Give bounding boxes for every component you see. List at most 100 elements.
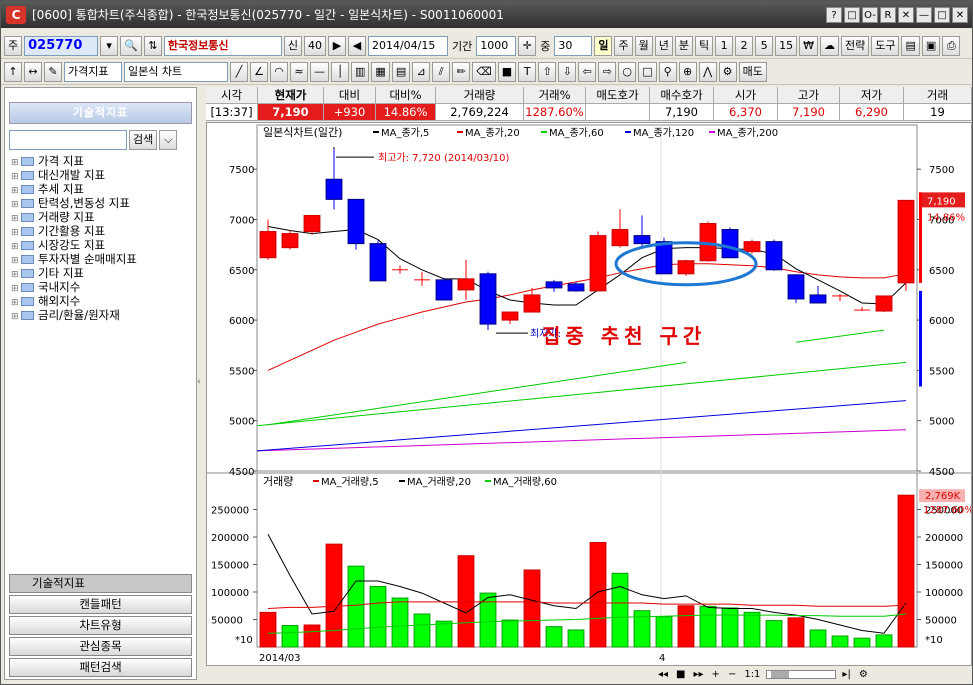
scroll-thumb[interactable] bbox=[771, 671, 790, 678]
timeframe-monthly[interactable]: 월 bbox=[634, 35, 653, 56]
angle-icon[interactable]: ∠ bbox=[250, 61, 268, 82]
tab-watchlist[interactable]: 관심종목 bbox=[9, 637, 192, 656]
market-selector[interactable]: 주 bbox=[4, 35, 23, 56]
count-input[interactable]: 30 bbox=[554, 35, 593, 56]
sell-button[interactable]: 매도 bbox=[738, 61, 767, 82]
tree-item-investor[interactable]: ⊞ 투자자별 순매매지표 bbox=[5, 252, 196, 266]
arrow-down-icon[interactable]: ⇩ bbox=[558, 61, 577, 82]
circle-icon[interactable]: ○ bbox=[618, 61, 637, 82]
scroll-next-icon[interactable]: ▸▸ bbox=[692, 669, 706, 680]
fan-icon[interactable]: ⊿ bbox=[412, 61, 431, 82]
print-icon[interactable]: ⎙ bbox=[942, 35, 961, 56]
pin-button[interactable]: ✕ bbox=[898, 6, 914, 23]
scroll-first-icon[interactable]: ◂◂ bbox=[656, 669, 670, 680]
strategy-button[interactable]: 전략 bbox=[840, 35, 870, 56]
scroll-end-icon[interactable]: ▸| bbox=[840, 669, 852, 680]
timeframe-5[interactable]: 5 bbox=[755, 35, 774, 56]
minimize-button[interactable]: — bbox=[916, 6, 932, 23]
tree-item-domestic-index[interactable]: ⊞ 국내지수 bbox=[5, 280, 196, 294]
trendline-icon[interactable]: ╱ bbox=[230, 61, 248, 82]
link-button[interactable]: O- bbox=[862, 6, 878, 23]
save-icon[interactable]: ▣ bbox=[921, 35, 941, 56]
crosshair-icon[interactable]: ✛ bbox=[518, 35, 537, 56]
vline-icon[interactable]: │ bbox=[331, 61, 349, 82]
tab-technical-indicators[interactable]: 기술적지표 bbox=[9, 574, 192, 593]
timeframe-2[interactable]: 2 bbox=[735, 35, 754, 56]
magnet-icon[interactable]: ⊕ bbox=[678, 61, 697, 82]
tree-item-trend[interactable]: ⊞ 추세 지표 bbox=[5, 182, 196, 196]
tools-button[interactable]: 도구 bbox=[871, 35, 900, 56]
tree-item-period[interactable]: ⊞ 기간활용 지표 bbox=[5, 224, 196, 238]
tree-item-rates[interactable]: ⊞ 금리/환율/원자재 bbox=[5, 308, 196, 322]
tree-item-volatility[interactable]: ⊞ 탄력성,변동성 지표 bbox=[5, 196, 196, 210]
zoom-icon[interactable]: ⚲ bbox=[658, 61, 677, 82]
search-dropdown-chevron-icon[interactable]: ⌵ bbox=[159, 130, 178, 150]
hline-icon[interactable]: — bbox=[310, 61, 329, 82]
arc-icon[interactable]: ◠ bbox=[270, 61, 288, 82]
period-input[interactable]: 1000 bbox=[476, 35, 517, 56]
folder-icon[interactable]: ▤ bbox=[901, 35, 920, 56]
zoom-in-icon[interactable]: + bbox=[710, 669, 722, 680]
chart-area[interactable]: 4500 4500 5000 5000 5500 5500 6000 6000 6500 6500… bbox=[206, 122, 973, 666]
timeframe-1[interactable]: 1 bbox=[715, 35, 734, 56]
tab-pattern-search[interactable]: 패턴검색 bbox=[9, 658, 192, 677]
maximize-button[interactable]: □ bbox=[934, 6, 950, 23]
bars-icon[interactable]: ▦ bbox=[371, 61, 390, 82]
sort-icon[interactable]: ⇅ bbox=[143, 35, 162, 56]
text-icon[interactable]: T bbox=[518, 61, 537, 82]
currency-button[interactable]: ₩ bbox=[799, 35, 818, 56]
edit-icon[interactable]: ✎ bbox=[44, 61, 62, 82]
timeframe-minute[interactable]: 분 bbox=[674, 35, 693, 56]
date-input[interactable]: 2014/04/15 bbox=[367, 35, 448, 56]
tree-item-market-strength[interactable]: ⊞ 시장강도 지표 bbox=[5, 238, 196, 252]
tree-item-price[interactable]: ⊞ 가격 지표 bbox=[5, 154, 196, 168]
cloud-icon[interactable]: ☁ bbox=[819, 35, 839, 56]
grid-icon[interactable]: ▥ bbox=[351, 61, 370, 82]
tree-item-other[interactable]: ⊞ 기타 지표 bbox=[5, 266, 196, 280]
restore-button[interactable]: □ bbox=[844, 6, 860, 23]
table-icon[interactable]: ▤ bbox=[391, 61, 411, 82]
expand-icon[interactable]: ⊞ bbox=[11, 310, 21, 324]
panel-splitter[interactable]: ‹ bbox=[197, 87, 205, 680]
chart-type-dropdown[interactable]: 일본식 차트 bbox=[124, 61, 228, 82]
search-icon[interactable]: 🔍 bbox=[120, 35, 142, 56]
tree-item-foreign-index[interactable]: ⊞ 해외지수 bbox=[5, 294, 196, 308]
arrow-right-icon[interactable]: ⇨ bbox=[598, 61, 617, 82]
close-button[interactable]: ✕ bbox=[952, 6, 968, 23]
color-icon[interactable]: ■ bbox=[497, 61, 517, 82]
play-back-icon[interactable]: ◀ bbox=[347, 35, 366, 56]
code-dropdown-chevron-icon[interactable]: ▾ bbox=[100, 35, 119, 56]
collapse-arrow-icon[interactable]: ‹ bbox=[197, 377, 205, 393]
tree-item-volume[interactable]: ⊞ 거래량 지표 bbox=[5, 210, 196, 224]
timeframe-yearly[interactable]: 년 bbox=[654, 35, 673, 56]
tree-item-daishin[interactable]: ⊞ 대신개발 지표 bbox=[5, 168, 196, 182]
scroll-stop-icon[interactable]: ■ bbox=[674, 669, 687, 680]
timeframe-tick[interactable]: 틱 bbox=[694, 35, 714, 56]
chart-scrollbar[interactable] bbox=[766, 670, 837, 679]
square-icon[interactable]: □ bbox=[638, 61, 657, 82]
horizontal-arrows-icon[interactable]: ↔ bbox=[24, 61, 42, 82]
wave-icon[interactable]: ≈ bbox=[290, 61, 308, 82]
play-forward-icon[interactable]: ▶ bbox=[327, 35, 346, 56]
help-button[interactable]: ? bbox=[826, 6, 842, 23]
indicator-search-button[interactable]: 검색 bbox=[129, 130, 158, 150]
settings-icon[interactable]: ⚙ bbox=[857, 669, 870, 680]
indicator-dropdown[interactable]: 가격지표 bbox=[64, 61, 122, 82]
zigzag-icon[interactable]: ⋀ bbox=[698, 61, 717, 82]
timeframe-daily[interactable]: 일 bbox=[594, 35, 613, 56]
indicator-search-input[interactable] bbox=[9, 130, 127, 150]
up-arrow-icon[interactable]: ↑ bbox=[4, 61, 22, 82]
arrow-up-icon[interactable]: ⇧ bbox=[538, 61, 557, 82]
tab-candle-patterns[interactable]: 캔들패턴 bbox=[9, 595, 192, 614]
chart-svg[interactable]: 4500 4500 5000 5000 5500 5500 6000 6000 6500 6500… bbox=[207, 123, 973, 665]
refresh-button[interactable]: R bbox=[880, 6, 896, 23]
tab-chart-types[interactable]: 차트유형 bbox=[9, 616, 192, 635]
settings-icon[interactable]: ⚙ bbox=[718, 61, 737, 82]
eraser-icon[interactable]: ⌫ bbox=[472, 61, 496, 82]
channel-icon[interactable]: ⫽ bbox=[432, 61, 451, 82]
arrow-left-icon[interactable]: ⇦ bbox=[578, 61, 597, 82]
stock-code-input[interactable]: 025770 bbox=[24, 35, 99, 56]
pencil-icon[interactable]: ✏ bbox=[452, 61, 471, 82]
timeframe-weekly[interactable]: 주 bbox=[614, 35, 633, 56]
timeframe-15[interactable]: 15 bbox=[775, 35, 798, 56]
